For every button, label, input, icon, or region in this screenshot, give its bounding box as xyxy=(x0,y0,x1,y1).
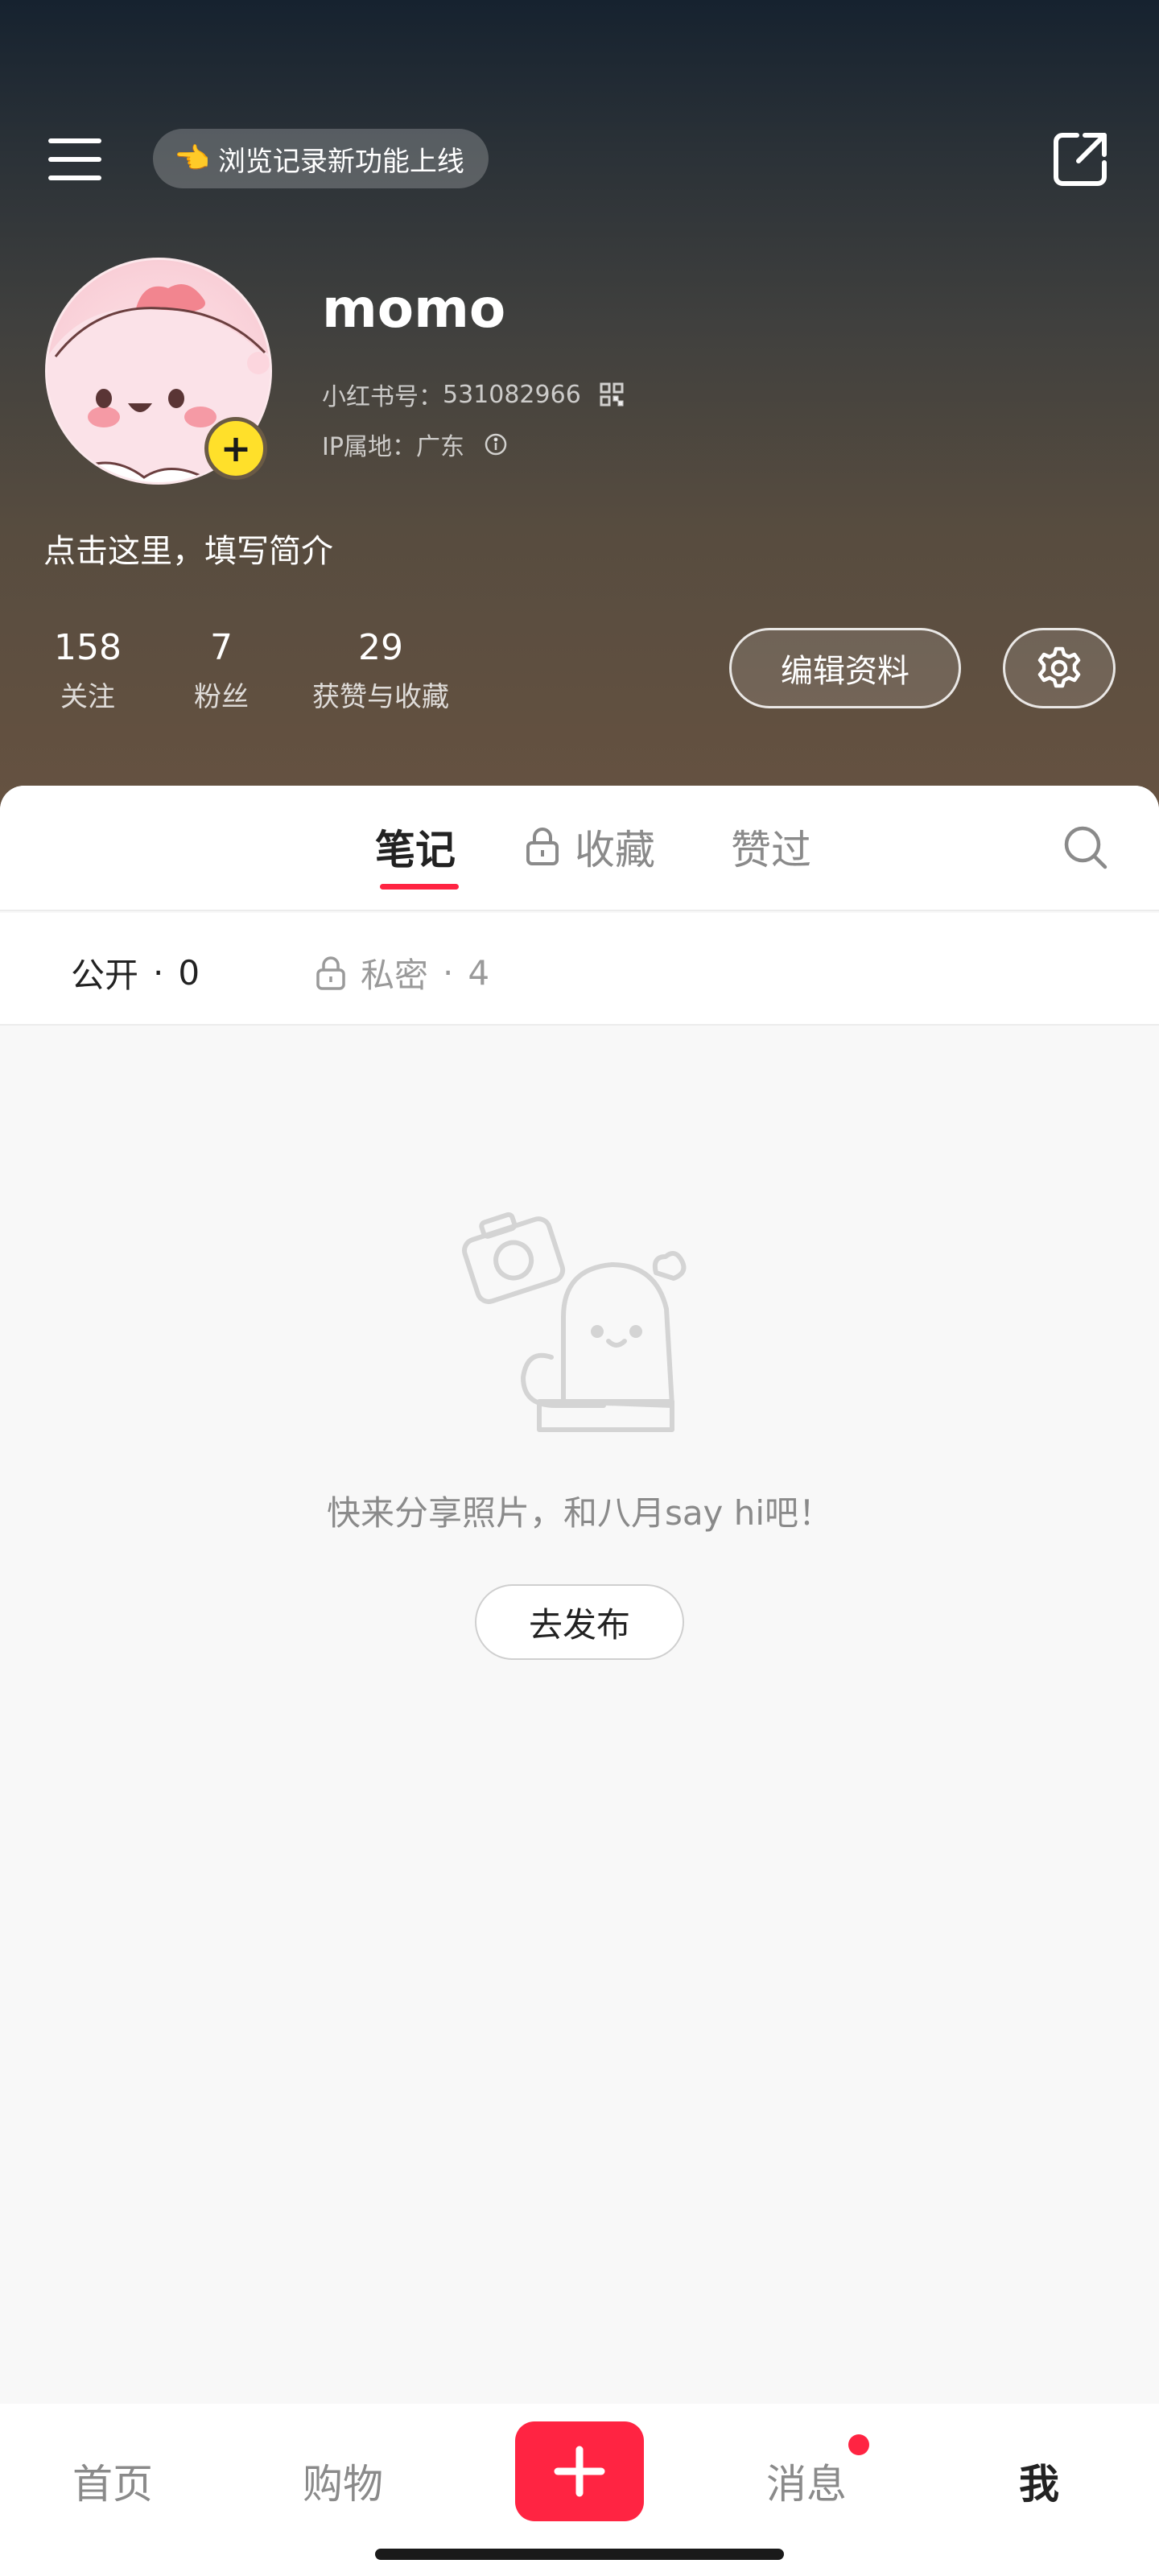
nav-messages[interactable]: 消息 xyxy=(766,2452,847,2510)
filter-private[interactable]: 私密 · 4 xyxy=(316,948,489,997)
menu-icon[interactable] xyxy=(48,137,101,182)
lock-icon xyxy=(316,956,345,990)
create-post-button[interactable] xyxy=(515,2421,644,2521)
info-icon[interactable] xyxy=(484,432,508,456)
visibility-filter: 公开 · 0 私密 · 4 xyxy=(0,913,1159,1026)
publish-button[interactable]: 去发布 xyxy=(475,1584,684,1660)
qr-code-icon[interactable] xyxy=(599,382,625,407)
stat-value: 158 xyxy=(54,627,122,668)
profile-stats: 158 关注 7 粉丝 29 获赞与收藏 xyxy=(40,626,465,714)
empty-state-message: 快来分享照片，和八月say hi吧！ xyxy=(326,1493,833,1533)
stat-likes-and-saves[interactable]: 29 获赞与收藏 xyxy=(296,626,465,714)
stat-label: 获赞与收藏 xyxy=(312,681,449,713)
notice-text: 浏览记录新功能上线 xyxy=(217,145,464,178)
account-id-label: 小红书号： xyxy=(322,383,443,411)
ip-location-row: IP属地： 广东 xyxy=(322,427,508,462)
ip-location-label: IP属地： xyxy=(322,433,416,461)
stat-label: 关注 xyxy=(60,681,115,713)
top-bar: 👈 浏览记录新功能上线 xyxy=(0,121,1159,201)
nav-shopping[interactable]: 购物 xyxy=(303,2452,383,2510)
settings-button[interactable] xyxy=(1003,628,1116,708)
nav-home[interactable]: 首页 xyxy=(72,2452,153,2510)
new-feature-notice[interactable]: 👈 浏览记录新功能上线 xyxy=(153,129,489,188)
edit-profile-button[interactable]: 编辑资料 xyxy=(729,628,961,708)
tab-collections[interactable]: 收藏 xyxy=(525,818,655,876)
nav-me[interactable]: 我 xyxy=(1019,2452,1059,2510)
stat-value: 7 xyxy=(210,627,233,668)
filter-private-count: 4 xyxy=(468,953,490,993)
search-icon[interactable] xyxy=(1061,823,1109,871)
bottom-navigation: 首页 购物 消息 我 xyxy=(0,2404,1159,2576)
content-sheet: 笔记 收藏 赞过 公开 · 0 私密 · 4 快来分享照片，和八月say hi吧… xyxy=(0,786,1159,2404)
stat-label: 粉丝 xyxy=(194,681,249,713)
filter-public-label: 公开 xyxy=(71,956,139,995)
profile-header: 👈 浏览记录新功能上线 + momo 小红书号： 531082966 IP属地：… xyxy=(0,0,1159,813)
filter-public-count: 0 xyxy=(178,953,200,993)
tab-liked[interactable]: 赞过 xyxy=(731,818,811,876)
tab-collections-label: 收藏 xyxy=(575,827,655,873)
add-avatar-button[interactable]: + xyxy=(204,417,267,480)
avatar[interactable]: + xyxy=(45,258,272,485)
filter-public[interactable]: 公开 · 0 xyxy=(71,948,200,997)
empty-state-camera-mascot-icon xyxy=(462,1212,687,1432)
account-id-row[interactable]: 小红书号： 531082966 xyxy=(322,377,625,412)
unread-badge xyxy=(848,2434,869,2455)
account-id-value: 531082966 xyxy=(443,380,581,409)
active-tab-indicator xyxy=(380,884,459,890)
profile-tabs: 笔记 收藏 赞过 xyxy=(0,786,1159,911)
separator-dot: · xyxy=(153,953,164,993)
lock-icon xyxy=(526,828,559,865)
plus-icon xyxy=(554,2446,605,2497)
gear-icon xyxy=(1037,646,1081,688)
ip-location-value: 广东 xyxy=(415,433,464,461)
username: momo xyxy=(322,278,506,340)
tab-notes[interactable]: 笔记 xyxy=(375,818,456,876)
pointing-hand-icon: 👈 xyxy=(174,142,210,175)
filter-private-label: 私密 xyxy=(361,956,429,995)
share-icon[interactable] xyxy=(1050,129,1111,190)
stat-value: 29 xyxy=(358,627,403,668)
home-indicator[interactable] xyxy=(375,2549,784,2560)
stat-following[interactable]: 158 关注 xyxy=(40,626,135,714)
bio-placeholder[interactable]: 点击这里，填写简介 xyxy=(43,525,333,572)
separator-dot: · xyxy=(443,953,454,993)
stat-followers[interactable]: 7 粉丝 xyxy=(177,626,266,714)
